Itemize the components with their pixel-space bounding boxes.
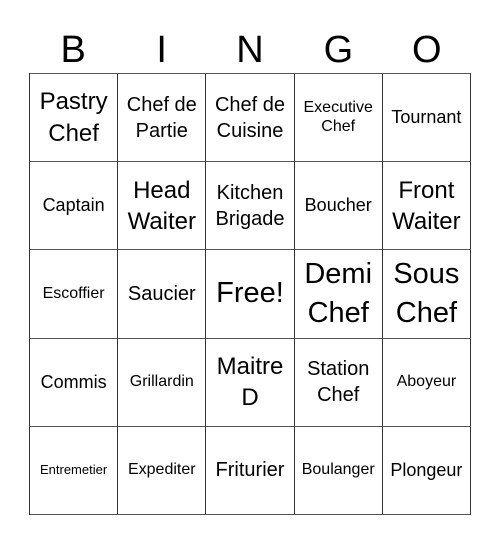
header-letter-i: I: [156, 29, 167, 71]
bingo-cell[interactable]: Executive Chef: [294, 74, 383, 163]
cell-text: Pastry Chef: [39, 88, 108, 147]
bingo-cell[interactable]: Station Chef: [294, 338, 383, 427]
cell-text: Boucher: [304, 195, 372, 216]
bingo-cell[interactable]: Sous Chef: [382, 250, 471, 339]
cell-text: Kitchen Brigade: [215, 181, 285, 230]
bingo-cell[interactable]: Friturier: [206, 426, 295, 515]
bingo-cell[interactable]: Kitchen Brigade: [206, 162, 295, 251]
cell-text: Sous Chef: [393, 257, 460, 329]
bingo-cell[interactable]: Aboyeur: [382, 338, 471, 427]
bingo-cell[interactable]: Pastry Chef: [30, 74, 119, 163]
cell-text: Chef de Partie: [126, 93, 197, 142]
bingo-cell[interactable]: Entremetier: [30, 426, 119, 515]
cell-text: Free!: [216, 277, 284, 310]
cell-text: Aboyeur: [396, 373, 457, 390]
bingo-cell[interactable]: Escoffier: [30, 250, 119, 339]
bingo-cell[interactable]: Chef de Partie: [118, 74, 207, 163]
cell-text: Captain: [42, 195, 105, 216]
bingo-cell[interactable]: Front Waiter: [382, 162, 471, 251]
cell-text: Friturier: [215, 459, 285, 482]
cell-text: Plongeur: [390, 460, 463, 481]
bingo-cell[interactable]: Commis: [30, 338, 119, 427]
cell-text: Commis: [40, 371, 107, 392]
bingo-cell[interactable]: Grillardin: [118, 338, 207, 427]
bingo-cell[interactable]: Captain: [30, 162, 119, 251]
bingo-cell[interactable]: Head Waiter: [118, 162, 207, 251]
bingo-cell[interactable]: Boulanger: [294, 426, 383, 515]
free-space-cell[interactable]: Free!: [206, 250, 295, 339]
header-letter-b: B: [60, 29, 86, 71]
cell-text: Tournant: [391, 107, 462, 128]
header-letter-o: O: [412, 29, 442, 71]
bingo-cell[interactable]: Demi Chef: [294, 250, 383, 339]
cell-text: Chef de Cuisine: [214, 93, 286, 142]
cell-text: Saucier: [127, 282, 196, 305]
bingo-header: B I N G O: [29, 28, 471, 73]
cell-text: Escoffier: [42, 284, 105, 302]
bingo-cell[interactable]: Maitre D: [206, 338, 295, 427]
bingo-cell[interactable]: Boucher: [294, 162, 383, 251]
bingo-cell[interactable]: Chef de Cuisine: [206, 74, 295, 163]
cell-text: Expediter: [127, 461, 196, 479]
header-letter-g: G: [323, 29, 354, 71]
cell-text: Grillardin: [129, 373, 194, 390]
cell-text: Demi Chef: [304, 257, 373, 329]
cell-text: Station Chef: [307, 358, 370, 407]
cell-text: Boulanger: [301, 461, 375, 479]
bingo-board: Pastry Chef Chef de Partie Chef de Cuisi…: [29, 73, 471, 515]
cell-text: Maitre D: [216, 353, 284, 412]
bingo-cell[interactable]: Plongeur: [382, 426, 471, 515]
cell-text: Front Waiter: [392, 176, 461, 235]
bingo-cell[interactable]: Tournant: [382, 74, 471, 163]
bingo-cell[interactable]: Saucier: [118, 250, 207, 339]
header-letter-n: N: [236, 29, 264, 71]
cell-text: Entremetier: [39, 461, 108, 477]
cell-text: Executive Chef: [303, 99, 373, 135]
bingo-cell[interactable]: Expediter: [118, 426, 207, 515]
cell-text: Head Waiter: [127, 176, 197, 235]
